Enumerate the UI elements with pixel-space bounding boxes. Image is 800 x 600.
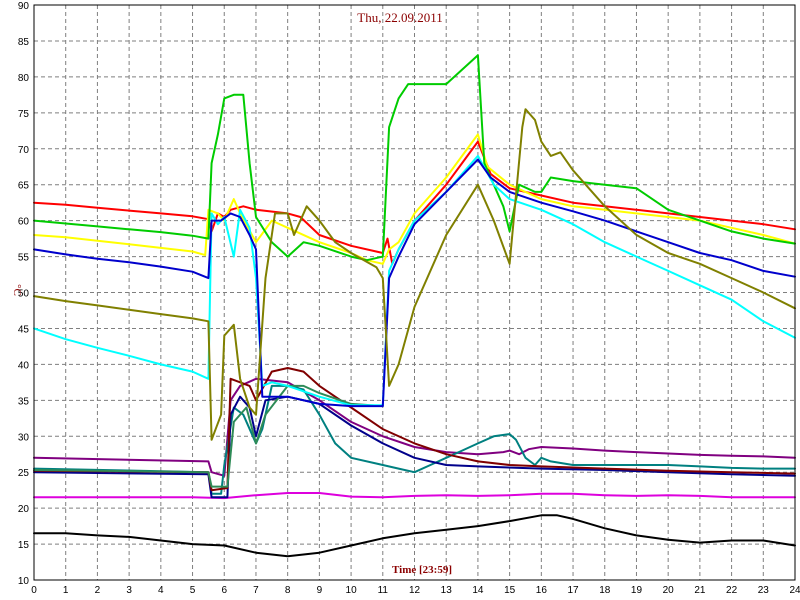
y-axis-label: °C [11,284,23,296]
y-tick-label: 85 [18,37,30,48]
x-tick-label: 20 [663,585,675,596]
y-tick-label: 70 [18,145,30,156]
x-tick-label: 13 [441,585,453,596]
x-tick-label: 1 [63,585,69,596]
x-tick-label: 10 [346,585,358,596]
y-tick-label: 25 [18,468,30,479]
x-tick-label: 8 [285,585,291,596]
line-chart: 0 1 2 3 4 5 6 7 8 9 10 11 12 13 14 15 16 17 18 19 20 21 22 23 24… [0,0,800,600]
y-tick-label: 80 [18,73,30,84]
x-tick-label: 6 [221,585,227,596]
x-tick-label: 7 [253,585,259,596]
x-tick-label: 14 [472,585,484,596]
x-tick-label: 3 [126,585,132,596]
x-tick-label: 24 [789,585,800,596]
y-tick-label: 40 [18,360,30,371]
x-tick-label: 11 [378,585,389,596]
x-axis-label: Time [23:59] [392,564,452,576]
y-tick-label: 30 [18,432,30,443]
x-tick-label: 18 [599,585,611,596]
x-tick-label: 22 [726,585,738,596]
y-tick-label: 75 [18,109,30,120]
y-tick-label: 60 [18,217,30,228]
x-tick-label: 17 [567,585,579,596]
x-tick-label: 5 [190,585,196,596]
x-tick-label: 16 [536,585,548,596]
x-tick-label: 2 [95,585,101,596]
x-tick-label: 15 [504,585,516,596]
y-tick-label: 55 [18,253,30,264]
x-tick-label: 21 [694,585,706,596]
y-tick-label: 15 [18,540,30,551]
x-tick-label: 9 [317,585,323,596]
y-tick-label: 65 [18,181,30,192]
y-tick-label: 20 [18,504,30,515]
x-tick-label: 12 [409,585,421,596]
y-tick-label: 35 [18,396,30,407]
chart-title: Thu, 22.09.2011 [357,10,442,25]
chart-background [0,0,800,600]
x-tick-label: 23 [758,585,770,596]
y-tick-label: 10 [18,576,30,587]
x-tick-label: 0 [31,585,37,596]
y-tick-label: 90 [18,1,30,12]
x-tick-label: 4 [158,585,164,596]
y-tick-label: 45 [18,324,30,335]
x-tick-label: 19 [631,585,643,596]
